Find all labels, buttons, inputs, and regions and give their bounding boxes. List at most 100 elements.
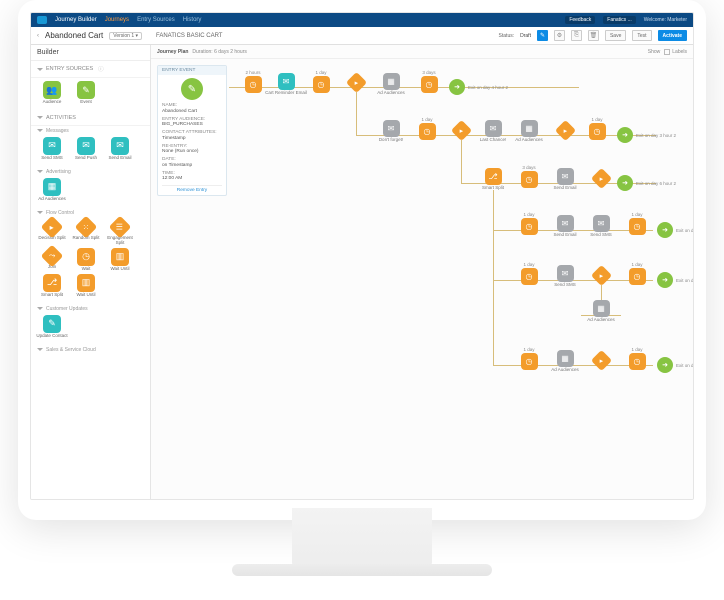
section-activities[interactable]: ACTIVITIES (31, 111, 150, 126)
section-entry-sources[interactable]: ENTRY SOURCESⓘ (31, 61, 150, 78)
status-value: Draft (520, 33, 531, 39)
exit-3[interactable]: ➜Exit on day 6 hour 2 (617, 175, 676, 191)
tile-wait[interactable]: ◷Wait (70, 248, 102, 272)
email-icon: ✉ (111, 137, 129, 155)
entry-event-card[interactable]: ENTRY EVENT ✎ NAME:Abandoned Cart ENTRY … (157, 65, 227, 196)
decision-icon: ▸ (345, 72, 366, 93)
node-wait-1d-8[interactable]: 1 day◷ (509, 347, 549, 370)
node-smart-split[interactable]: ⎇Smart Split (473, 168, 513, 191)
node-split-6[interactable]: ▸ (581, 353, 621, 368)
node-ad-audiences-2[interactable]: ▦Ad Audiences (509, 120, 549, 143)
group-sales-service[interactable]: Sales & Service Cloud (31, 345, 150, 353)
chevron-down-icon (37, 129, 43, 132)
node-send-email-1[interactable]: ✉Send Email (545, 168, 585, 191)
smart-split-icon: ⎇ (485, 168, 502, 185)
node-ad-audiences-1[interactable]: ▦Ad Audiences (371, 73, 411, 96)
edit-button[interactable]: ✎ (537, 30, 548, 41)
node-wait-1d-6[interactable]: 1 day◷ (509, 262, 549, 285)
wait-icon: ◷ (521, 268, 538, 285)
node-wait-1d-9[interactable]: 1 day◷ (617, 347, 657, 370)
page-header: ‹ Abandoned Cart Version 1 ▾ FANATICS BA… (31, 27, 693, 45)
exit-icon: ➜ (657, 272, 673, 288)
node-wait-1d-3[interactable]: 1 day◷ (577, 117, 617, 140)
update-contact-icon: ✎ (43, 315, 61, 333)
ad-icon: ▦ (557, 350, 574, 367)
labels-toggle[interactable]: Labels (664, 49, 687, 55)
info-icon: ⓘ (98, 65, 104, 73)
wait-icon: ◷ (521, 353, 538, 370)
group-messages[interactable]: Messages (31, 126, 150, 134)
tile-ad-audiences[interactable]: ▦Ad Audiences (36, 178, 68, 202)
node-split-1[interactable]: ▸ (336, 75, 376, 90)
node-wait-1d-5[interactable]: 1 day◷ (617, 212, 657, 235)
node-wait-1d-7[interactable]: 1 day◷ (617, 262, 657, 285)
connector (356, 92, 357, 135)
node-send-email-2[interactable]: ✉Send Email (545, 215, 585, 238)
tile-wait-until-2[interactable]: ▥Wait Until (70, 274, 102, 298)
email-icon: ✉ (278, 73, 295, 90)
exit-1[interactable]: ➜Exit on day 4 hour 2 (449, 79, 508, 95)
entry-icon: ✎ (181, 78, 203, 100)
exit-5[interactable]: ➜Exit on day 4 hour 2 (657, 272, 693, 288)
node-send-sms-1[interactable]: ✉Send SMS (581, 215, 621, 238)
account-switcher[interactable]: Fanatics ... (603, 16, 635, 24)
tile-send-email[interactable]: ✉Send Email (104, 137, 136, 161)
node-send-sms-2[interactable]: ✉Send SMS (545, 265, 585, 288)
nav-entry-sources[interactable]: Entry Sources (137, 17, 175, 23)
screen: Journey Builder Journeys Entry Sources H… (30, 12, 694, 500)
tile-event[interactable]: ✎Event (70, 81, 102, 105)
monitor-frame: Journey Builder Journeys Entry Sources H… (18, 0, 706, 520)
node-split-5[interactable]: ▸ (581, 268, 621, 283)
push-icon: ✉ (77, 137, 95, 155)
exit-2[interactable]: ➜Exit on day 3 hour 2 (617, 127, 676, 143)
back-button[interactable]: ‹ (37, 33, 39, 39)
tile-decision-split[interactable]: ▸Decision Split (36, 219, 68, 246)
node-ad-audiences-3[interactable]: ▦Ad Audiences (545, 350, 585, 373)
node-split-4[interactable]: ▸ (581, 171, 621, 186)
save-button[interactable]: Save (605, 30, 626, 41)
decision-icon: ▸ (590, 350, 611, 371)
journey-canvas[interactable]: Journey Plan Duration: 6 days 2 hours Sh… (151, 45, 693, 499)
nav-history[interactable]: History (183, 17, 202, 23)
smart-split-icon: ⎇ (43, 274, 61, 292)
node-cart-reminder[interactable]: ✉Cart Reminder Email (266, 73, 306, 96)
node-wait-3d-2[interactable]: 3 days◷ (509, 165, 549, 188)
tile-random-split[interactable]: ⁙Random Split (70, 219, 102, 246)
tile-audience[interactable]: 👥Audience (36, 81, 68, 105)
tile-smart-split[interactable]: ⎇Smart Split (36, 274, 68, 298)
node-dont-forget[interactable]: ✉Don't forget! (371, 120, 411, 143)
decision-icon: ▸ (590, 168, 611, 189)
node-wait-1d-4[interactable]: 1 day◷ (509, 212, 549, 235)
tile-send-sms[interactable]: ✉Send SMS (36, 137, 68, 161)
tile-update-contact[interactable]: ✎Update Contact (36, 315, 68, 339)
group-advertising[interactable]: Advertising (31, 167, 150, 175)
test-button[interactable]: Test (632, 30, 651, 41)
node-ad-audiences-4[interactable]: ▦Ad Audiences (581, 300, 621, 323)
node-wait-1d-1[interactable]: 1 day◷ (301, 70, 341, 93)
tile-join[interactable]: ⤳Join (36, 248, 68, 272)
group-customer-updates[interactable]: Customer Updates (31, 304, 150, 312)
version-dropdown[interactable]: Version 1 ▾ (109, 32, 142, 40)
tile-wait-until[interactable]: ▥Wait Until (104, 248, 136, 272)
exit-6[interactable]: ➜Exit on day 4 hour 2 (657, 357, 693, 373)
activate-button[interactable]: Activate (658, 30, 687, 41)
tile-send-push[interactable]: ✉Send Push (70, 137, 102, 161)
ad-icon: ▦ (43, 178, 61, 196)
plan-label: Journey Plan (157, 49, 188, 55)
exit-4[interactable]: ➜Exit on day 4 hour 2 (657, 222, 693, 238)
copy-button[interactable]: ⎘ (571, 30, 582, 41)
nav-journeys[interactable]: Journeys (105, 17, 129, 23)
remove-entry-link[interactable]: Remove Entry (162, 185, 222, 193)
tile-engagement-split[interactable]: ☰Engagement Split (104, 219, 136, 246)
settings-button[interactable]: ⚙ (554, 30, 565, 41)
decision-icon: ▸ (554, 120, 575, 141)
delete-button[interactable]: 🗑 (588, 30, 599, 41)
node-wait-3d[interactable]: 3 days◷ (409, 70, 449, 93)
chevron-down-icon (37, 170, 43, 173)
feedback-button[interactable]: Feedback (565, 16, 595, 24)
sms-icon: ✉ (43, 137, 61, 155)
node-last-chance[interactable]: ✉Last Chance! (473, 120, 513, 143)
email-icon: ✉ (485, 120, 502, 137)
wait-icon: ◷ (245, 76, 262, 93)
group-flow-control[interactable]: Flow Control (31, 208, 150, 216)
